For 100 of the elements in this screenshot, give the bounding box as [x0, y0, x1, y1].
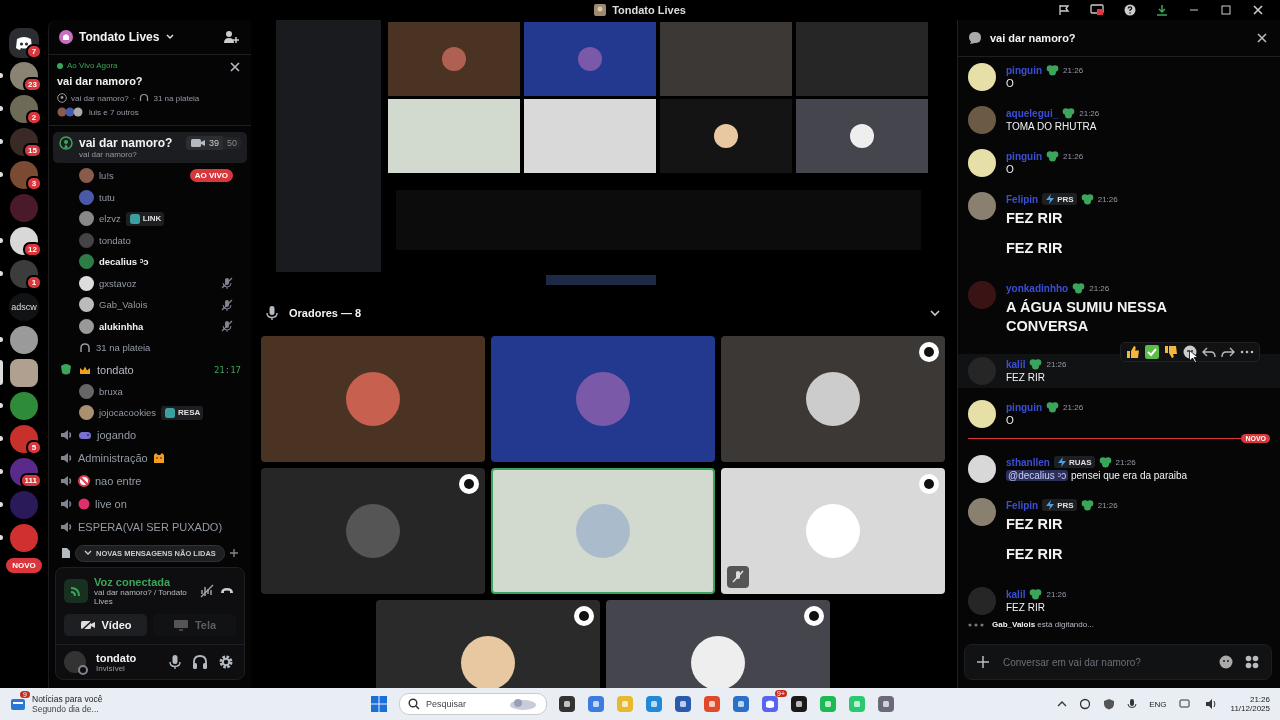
- message-text: pensei que era da paraiba: [1069, 470, 1188, 481]
- microphone-icon[interactable]: [265, 305, 279, 321]
- microphone-icon[interactable]: [1127, 698, 1138, 710]
- add-member-icon[interactable]: [223, 30, 239, 44]
- user-name[interactable]: alukinhha: [99, 320, 144, 332]
- clover-icon: [1046, 401, 1060, 413]
- bolt-icon: [1045, 500, 1056, 510]
- new-label: NOVO: [6, 558, 42, 573]
- video-tile[interactable]: [490, 468, 715, 594]
- server-icon[interactable]: [10, 94, 38, 123]
- user-name[interactable]: tondato: [99, 234, 131, 246]
- channel-name: vai dar namoro?: [71, 93, 129, 103]
- user-name[interactable]: tondato: [96, 651, 137, 664]
- user-mention[interactable]: @decalius ᵓↄ: [1006, 470, 1069, 481]
- video-tile[interactable]: [375, 600, 600, 688]
- user-name[interactable]: lu!s: [99, 170, 114, 182]
- selected-indicator: [0, 360, 3, 385]
- noise-off-icon[interactable]: [200, 584, 214, 598]
- download-icon[interactable]: [1156, 4, 1168, 16]
- volume-icon[interactable]: [1204, 698, 1219, 710]
- video-tile[interactable]: [490, 336, 715, 462]
- headphones-icon[interactable]: [192, 654, 208, 670]
- timestamp: 21:26: [1097, 500, 1118, 510]
- plus-icon[interactable]: [977, 656, 989, 668]
- live-badge: AO VIVO: [189, 169, 233, 183]
- video-off-icon: [79, 619, 96, 631]
- message-input[interactable]: Conversar em vai dar namoro?: [1001, 655, 1207, 669]
- unread-badge: 1: [26, 275, 42, 290]
- thumbs-down-icon[interactable]: [1164, 345, 1178, 359]
- search-field[interactable]: Pesquisar: [399, 693, 547, 715]
- server-icon[interactable]: adscw: [9, 292, 39, 321]
- reply-icon[interactable]: [1202, 345, 1216, 359]
- channel-item[interactable]: nao entre: [53, 469, 247, 493]
- user-avatar: [805, 372, 860, 426]
- network-icon[interactable]: [1178, 698, 1193, 710]
- clock[interactable]: 21:26 11/12/2025: [1230, 695, 1270, 713]
- close-icon[interactable]: [1252, 4, 1264, 16]
- user-name[interactable]: Gab_Valois: [99, 299, 148, 311]
- server-icon[interactable]: [10, 424, 38, 453]
- check-mark-icon[interactable]: [1145, 345, 1159, 359]
- video-tile[interactable]: [605, 600, 830, 688]
- chevron-down-icon[interactable]: [165, 33, 176, 41]
- shield-icon[interactable]: [1103, 698, 1116, 710]
- maximize-icon[interactable]: [1220, 4, 1232, 16]
- voice-location[interactable]: vai dar namoro? / Tondato Lives: [94, 588, 188, 606]
- close-icon[interactable]: [1256, 32, 1268, 44]
- monitor-icon[interactable]: [1090, 4, 1104, 16]
- channel-item[interactable]: ESPERA(VAI SER PUXADO): [53, 515, 247, 539]
- user-avatar: [575, 504, 630, 558]
- channel-item[interactable]: live on: [53, 492, 247, 516]
- app-icon[interactable]: [558, 695, 576, 713]
- video-tile[interactable]: [720, 336, 945, 462]
- server-tag: PRS: [1042, 193, 1077, 205]
- close-icon[interactable]: [229, 61, 241, 73]
- server-icon[interactable]: [10, 160, 38, 189]
- server-name[interactable]: Tondato Lives: [79, 30, 160, 44]
- server-icon[interactable]: [10, 358, 38, 387]
- app-icon[interactable]: [790, 695, 808, 713]
- news-subtitle: Segundo dia de...: [32, 704, 100, 714]
- sync-icon[interactable]: [1079, 698, 1092, 710]
- thumbs-up-icon[interactable]: [1126, 345, 1140, 359]
- news-title[interactable]: Notícias para você: [32, 694, 103, 704]
- video-tile[interactable]: [720, 468, 945, 594]
- apps-icon[interactable]: [1245, 655, 1259, 669]
- user-name[interactable]: jojocacookies: [99, 407, 157, 419]
- clover-icon: [1029, 358, 1043, 370]
- video-button[interactable]: Vídeo: [64, 614, 147, 636]
- emoji-icon[interactable]: [1219, 655, 1233, 669]
- channel-item[interactable]: Administração: [53, 446, 247, 470]
- user-name[interactable]: decalius ᵓↄ: [99, 256, 149, 268]
- audience-count[interactable]: 31 na plateia: [96, 342, 151, 354]
- chevron-up-icon[interactable]: [1057, 700, 1068, 708]
- input-language[interactable]: ENG: [1149, 699, 1167, 709]
- forward-icon[interactable]: [1221, 345, 1235, 359]
- windows-logo-icon[interactable]: [370, 695, 388, 713]
- unread-badge: 12: [23, 242, 42, 257]
- settings-icon[interactable]: [218, 654, 234, 670]
- hang-up-icon[interactable]: [220, 586, 234, 596]
- plus-icon[interactable]: [229, 548, 239, 558]
- user-name[interactable]: gxstavoz: [99, 277, 137, 289]
- flag-icon[interactable]: [1058, 4, 1070, 16]
- help-icon[interactable]: [1124, 4, 1136, 16]
- message-text: A ÁGUA SUMIU NESSA CONVERSA: [1006, 298, 1168, 336]
- user-name[interactable]: tutu: [99, 191, 115, 203]
- user-name[interactable]: bruxa: [99, 385, 123, 397]
- participants-text: luis e 7 outros: [89, 107, 139, 117]
- video-tile[interactable]: [260, 468, 485, 594]
- unread-indicator: [0, 535, 3, 540]
- microphone-icon[interactable]: [168, 654, 182, 670]
- video-tile[interactable]: [260, 336, 485, 462]
- channel-item[interactable]: jogando: [53, 423, 247, 447]
- channel-item[interactable]: tondato 21:17: [53, 358, 247, 381]
- user-name[interactable]: elzvz: [99, 213, 121, 225]
- news-icon[interactable]: [10, 696, 26, 712]
- channel-item[interactable]: vai dar namoro? 39 50 vai dar namoro?: [53, 132, 247, 163]
- server-icon[interactable]: [10, 325, 38, 354]
- server-logo-icon: [594, 4, 607, 16]
- message-text: FEZ RIR: [1006, 545, 1064, 564]
- chevron-down-icon[interactable]: [929, 309, 941, 317]
- shield-badge-icon: [803, 606, 824, 626]
